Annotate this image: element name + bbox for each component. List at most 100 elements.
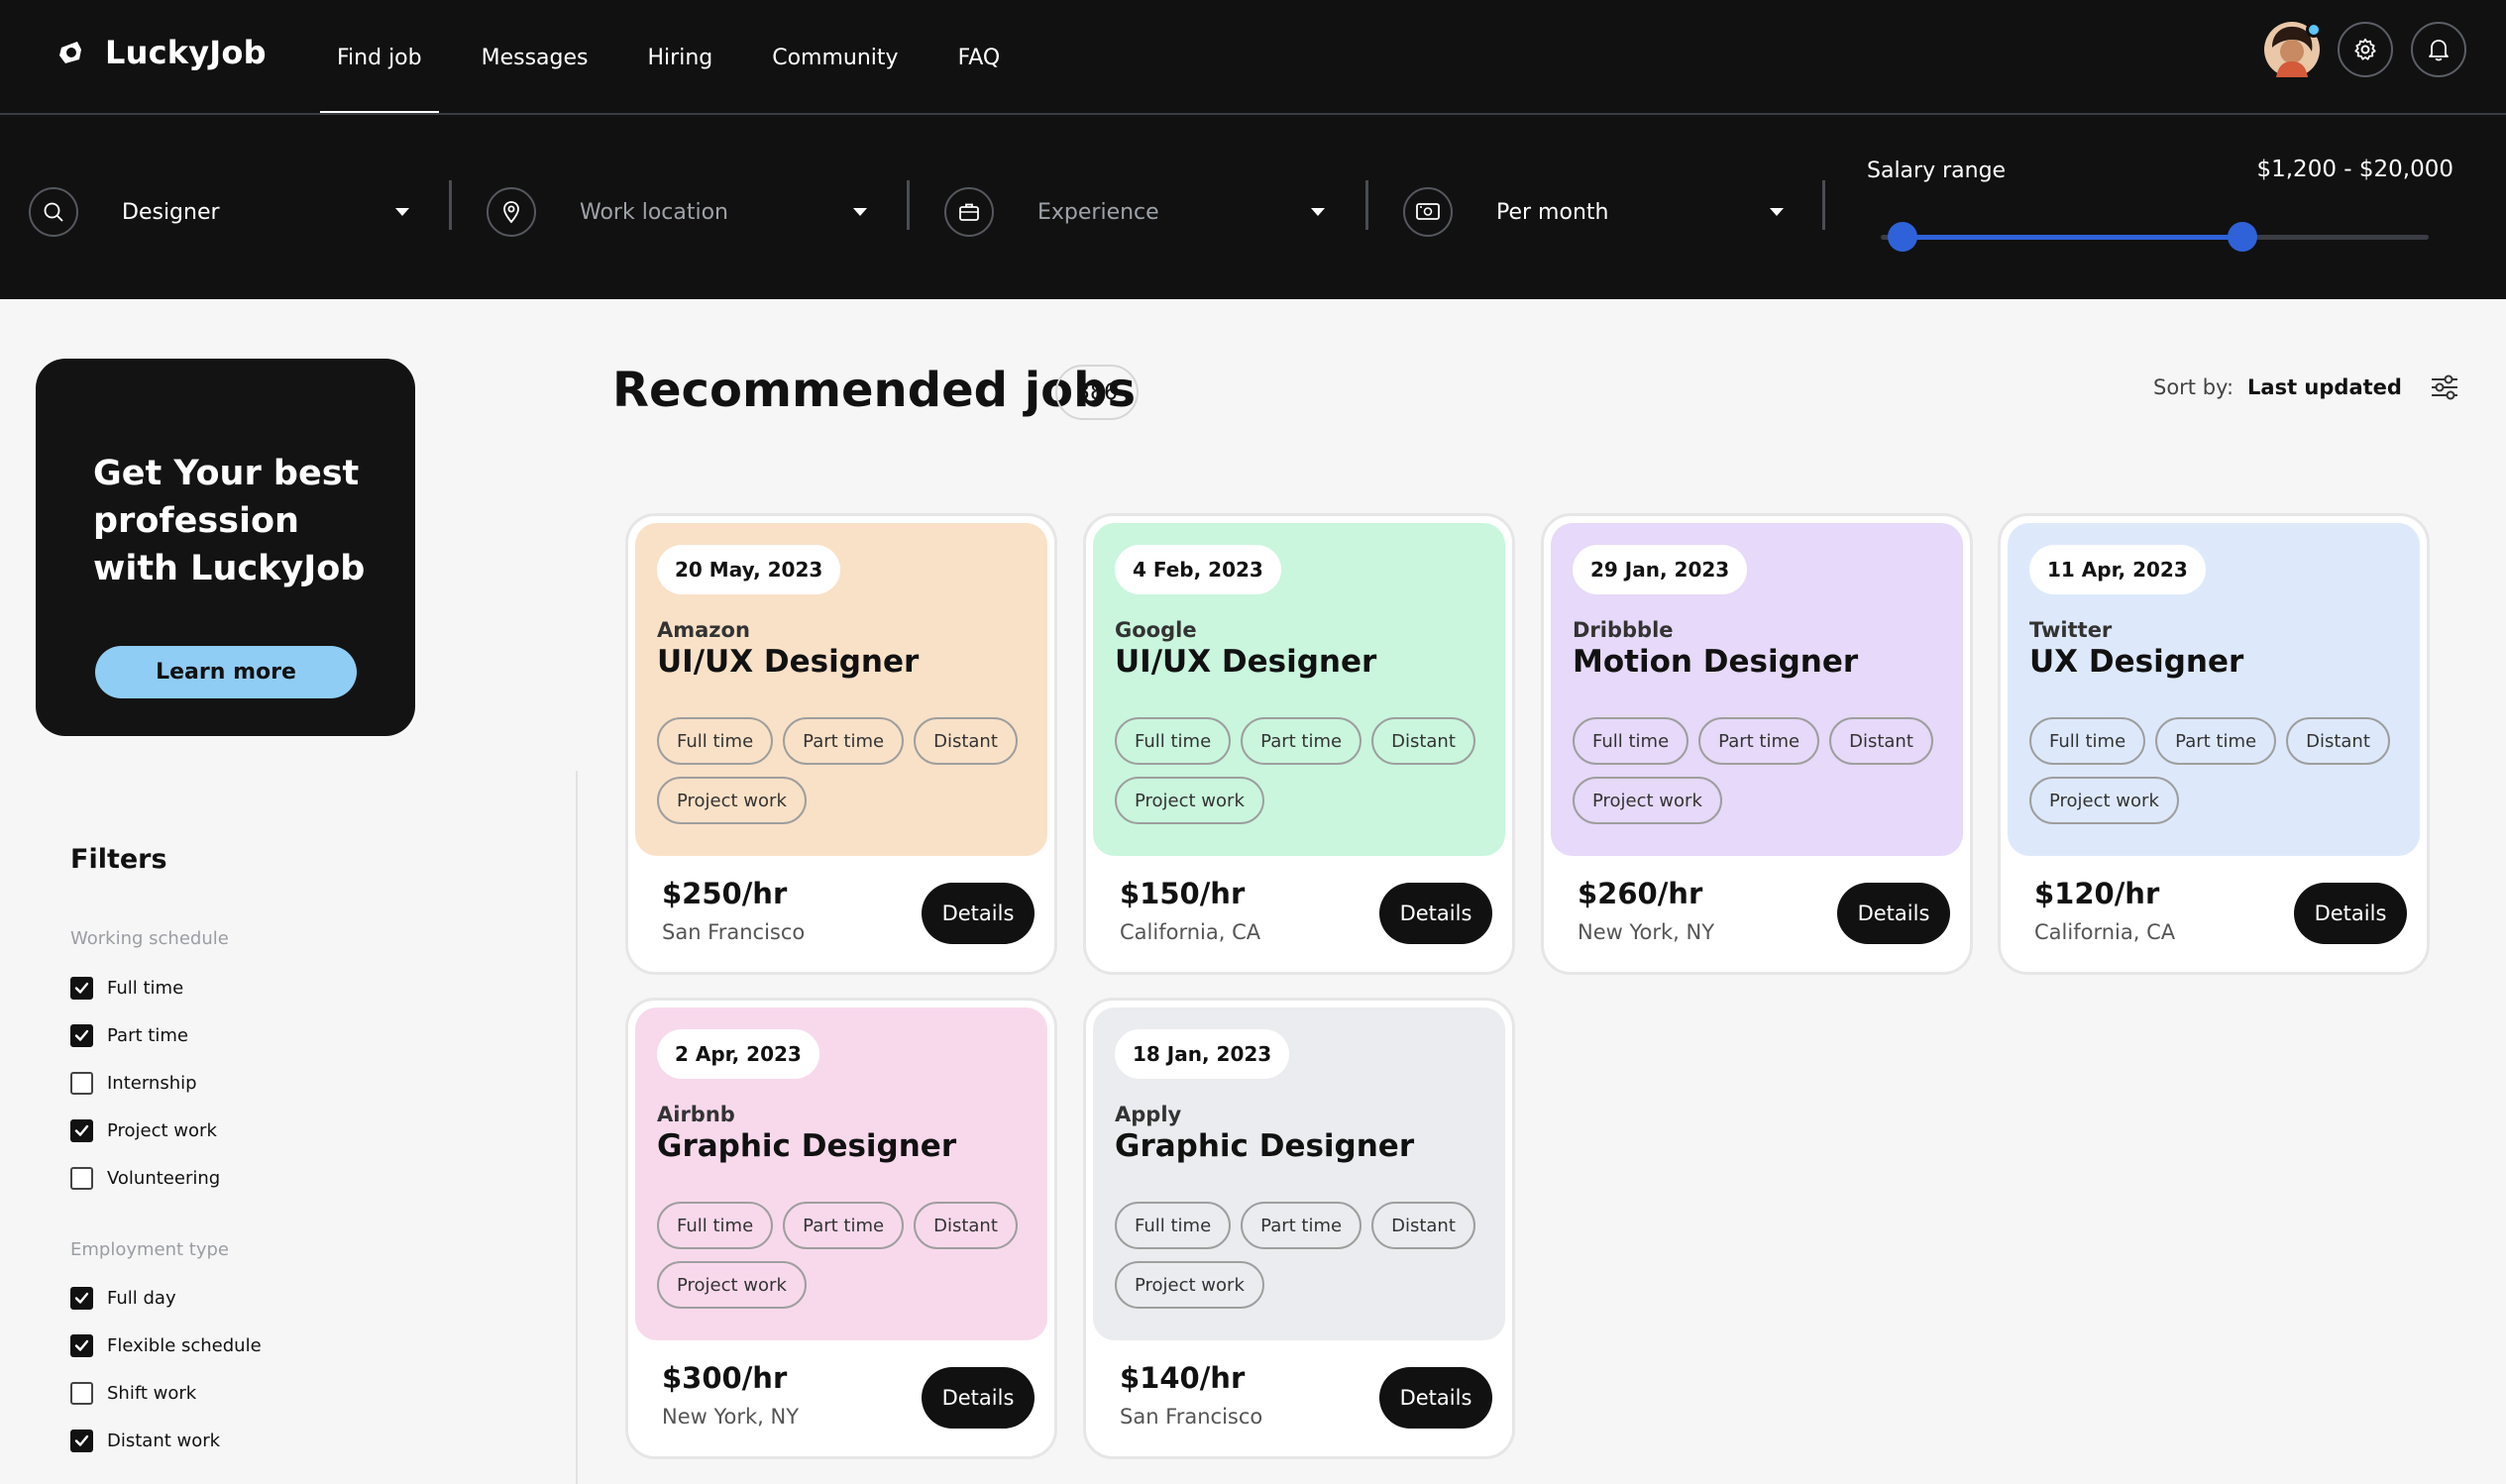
main-nav: Find job Messages Hiring Community FAQ bbox=[320, 0, 1042, 115]
experience-placeholder: Experience bbox=[1037, 199, 1159, 225]
filter-label: Project work bbox=[107, 1120, 217, 1141]
job-company: Apply bbox=[1115, 1103, 1182, 1126]
job-date: 18 Jan, 2023 bbox=[1115, 1029, 1290, 1079]
jobs-count-badge: 386 bbox=[1055, 365, 1139, 420]
details-button[interactable]: Details bbox=[922, 883, 1035, 944]
filter-volunteering[interactable]: Volunteering bbox=[70, 1167, 220, 1190]
job-tag: Project work bbox=[2029, 777, 2179, 824]
job-tags: Full time Part time Distant Project work bbox=[657, 717, 1034, 824]
checkbox[interactable] bbox=[70, 1287, 93, 1310]
job-tag: Part time bbox=[1698, 717, 1820, 765]
location-placeholder: Work location bbox=[580, 199, 728, 225]
job-location: California, CA bbox=[2034, 920, 2176, 944]
details-button[interactable]: Details bbox=[922, 1367, 1035, 1429]
nav-community[interactable]: Community bbox=[755, 0, 915, 115]
filter-group-title: Working schedule bbox=[70, 928, 229, 949]
job-rate: $140/hr bbox=[1120, 1361, 1246, 1395]
filter-label: Distant work bbox=[107, 1431, 221, 1451]
job-rate: $120/hr bbox=[2034, 877, 2160, 910]
job-date: 2 Apr, 2023 bbox=[657, 1029, 819, 1079]
checkbox[interactable] bbox=[70, 977, 93, 1000]
job-company: Airbnb bbox=[657, 1103, 735, 1126]
job-title: UI/UX Designer bbox=[1115, 644, 1377, 680]
nav-messages[interactable]: Messages bbox=[465, 0, 605, 115]
details-button[interactable]: Details bbox=[1837, 883, 1950, 944]
job-tag: Full time bbox=[2029, 717, 2146, 765]
job-tag: Project work bbox=[657, 1261, 807, 1309]
job-tags: Full time Part time Distant Project work bbox=[1573, 717, 1949, 824]
checkbox[interactable] bbox=[70, 1167, 93, 1190]
location-select[interactable]: Work location bbox=[487, 172, 867, 252]
filter-distant-work[interactable]: Distant work bbox=[70, 1430, 220, 1452]
avatar[interactable] bbox=[2264, 22, 2322, 77]
checkbox[interactable] bbox=[70, 1119, 93, 1142]
role-select[interactable]: Designer bbox=[29, 172, 409, 252]
learn-more-button[interactable]: Learn more bbox=[95, 646, 357, 698]
job-card[interactable]: 4 Feb, 2023 Google UI/UX Designer Full t… bbox=[1083, 513, 1515, 975]
job-tag: Distant bbox=[1371, 717, 1475, 765]
salary-slider-max-handle[interactable] bbox=[2227, 222, 2257, 252]
chevron-down-icon bbox=[1311, 208, 1325, 216]
details-button[interactable]: Details bbox=[2294, 883, 2407, 944]
job-tag: Part time bbox=[1241, 717, 1362, 765]
period-select[interactable]: Per month bbox=[1403, 172, 1784, 252]
job-tags: Full time Part time Distant Project work bbox=[657, 1202, 1034, 1309]
checkbox[interactable] bbox=[70, 1024, 93, 1047]
job-tag: Distant bbox=[1829, 717, 1933, 765]
filter-internship[interactable]: Internship bbox=[70, 1072, 197, 1095]
promo-title: Get Your best profession with LuckyJob bbox=[93, 454, 366, 588]
search-divider bbox=[1365, 180, 1368, 230]
job-company: Google bbox=[1115, 618, 1197, 642]
checkbox[interactable] bbox=[70, 1334, 93, 1357]
job-rate: $250/hr bbox=[662, 877, 788, 910]
job-card[interactable]: 29 Jan, 2023 Dribbble Motion Designer Fu… bbox=[1541, 513, 1973, 975]
job-card[interactable]: 18 Jan, 2023 Apply Graphic Designer Full… bbox=[1083, 998, 1515, 1459]
filter-label: Flexible schedule bbox=[107, 1335, 262, 1356]
checkbox[interactable] bbox=[70, 1072, 93, 1095]
search-divider bbox=[1822, 180, 1825, 230]
logo[interactable]: LuckyJob bbox=[55, 34, 267, 71]
nav-find-job[interactable]: Find job bbox=[320, 0, 439, 115]
sidebar-divider bbox=[576, 771, 578, 1484]
filter-part-time[interactable]: Part time bbox=[70, 1024, 188, 1047]
details-button[interactable]: Details bbox=[1379, 883, 1492, 944]
filters-title: Filters bbox=[70, 844, 167, 875]
job-title: Graphic Designer bbox=[657, 1128, 957, 1164]
settings-button[interactable] bbox=[2338, 22, 2393, 77]
job-date: 20 May, 2023 bbox=[657, 545, 841, 594]
notifications-button[interactable] bbox=[2411, 22, 2466, 77]
job-card[interactable]: 11 Apr, 2023 Twitter UX Designer Full ti… bbox=[1998, 513, 2430, 975]
salary-slider-min-handle[interactable] bbox=[1888, 222, 1918, 252]
job-card-header: 29 Jan, 2023 Dribbble Motion Designer Fu… bbox=[1551, 523, 1963, 856]
sort-control[interactable]: Sort by: Last updated bbox=[2153, 373, 2459, 401]
filter-label: Shift work bbox=[107, 1383, 197, 1404]
search-icon bbox=[29, 187, 78, 237]
sort-value[interactable]: Last updated bbox=[2247, 375, 2402, 399]
job-location: San Francisco bbox=[662, 920, 806, 944]
checkbox[interactable] bbox=[70, 1382, 93, 1405]
checkbox[interactable] bbox=[70, 1430, 93, 1452]
job-tag: Distant bbox=[2286, 717, 2390, 765]
details-button[interactable]: Details bbox=[1379, 1367, 1492, 1429]
filter-full-time[interactable]: Full time bbox=[70, 977, 183, 1000]
filter-label: Full time bbox=[107, 978, 184, 999]
filter-full-day[interactable]: Full day bbox=[70, 1287, 176, 1310]
job-title: UI/UX Designer bbox=[657, 644, 920, 680]
job-card[interactable]: 2 Apr, 2023 Airbnb Graphic Designer Full… bbox=[625, 998, 1057, 1459]
filter-flexible-schedule[interactable]: Flexible schedule bbox=[70, 1334, 262, 1357]
chevron-down-icon bbox=[395, 208, 409, 216]
filter-shift-work[interactable]: Shift work bbox=[70, 1382, 196, 1405]
brand-name: LuckyJob bbox=[105, 34, 267, 71]
job-location: New York, NY bbox=[662, 1405, 800, 1429]
period-value: Per month bbox=[1496, 199, 1609, 225]
filter-project-work[interactable]: Project work bbox=[70, 1119, 217, 1142]
job-card[interactable]: 20 May, 2023 Amazon UI/UX Designer Full … bbox=[625, 513, 1057, 975]
job-rate: $300/hr bbox=[662, 1361, 788, 1395]
job-tag: Distant bbox=[1371, 1202, 1475, 1249]
filter-sliders-icon[interactable] bbox=[2430, 373, 2459, 401]
chevron-down-icon bbox=[1770, 208, 1784, 216]
nav-faq[interactable]: FAQ bbox=[941, 0, 1018, 115]
experience-select[interactable]: Experience bbox=[944, 172, 1325, 252]
nav-hiring[interactable]: Hiring bbox=[631, 0, 730, 115]
online-status-badge bbox=[2306, 22, 2322, 38]
